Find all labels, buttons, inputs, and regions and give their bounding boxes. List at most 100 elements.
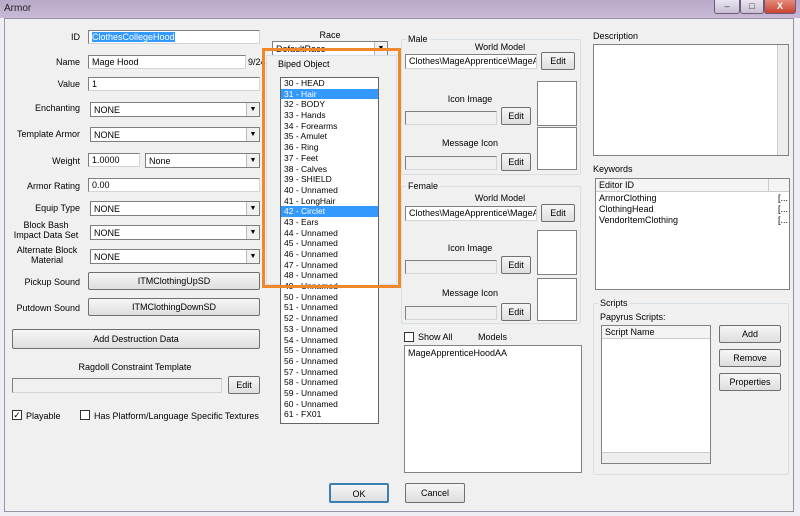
chevron-down-icon: ▼ (246, 103, 259, 116)
female-world-model-edit[interactable]: Edit (541, 204, 575, 222)
alt-block-label: Alternate Block Material (16, 245, 78, 265)
list-item[interactable]: MageApprenticeHoodAA (405, 346, 581, 360)
chevron-down-icon: ▼ (246, 154, 259, 167)
weight-field[interactable]: 1.0000 (88, 153, 140, 167)
female-icon-edit[interactable]: Edit (501, 256, 531, 274)
platform-textures-label: Has Platform/Language Specific Textures (94, 411, 259, 421)
chevron-down-icon: ▼ (246, 226, 259, 239)
ragdoll-edit-button[interactable]: Edit (228, 376, 260, 394)
female-icon-preview (537, 230, 577, 275)
pickup-sound-button[interactable]: ITMClothingUpSD (88, 272, 260, 290)
id-field[interactable]: ClothesCollegeHood (88, 30, 260, 44)
ragdoll-label: Ragdoll Constraint Template (78, 362, 192, 372)
chevron-down-icon: ▼ (246, 250, 259, 263)
male-message-preview (537, 127, 577, 170)
scripts-list[interactable]: Script Name (601, 325, 711, 464)
list-item[interactable]: 57 - Unnamed (281, 367, 378, 378)
add-script-button[interactable]: Add (719, 325, 781, 343)
description-field[interactable] (593, 44, 789, 156)
title-bar: Armor (0, 0, 800, 18)
male-icon-image-label: Icon Image (447, 94, 493, 104)
platform-textures-checkbox[interactable] (80, 410, 90, 420)
male-world-model-field[interactable]: Clothes\MageApprentice\MageA (405, 54, 537, 69)
ragdoll-field[interactable] (12, 378, 222, 393)
female-message-edit[interactable]: Edit (501, 303, 531, 321)
keywords-list[interactable]: Editor ID ArmorClothing [... ClothingHead… (595, 178, 790, 290)
playable-label: Playable (26, 411, 61, 421)
window-title: Armor (4, 3, 32, 14)
table-row[interactable]: ClothingHead [... (596, 203, 789, 214)
table-row[interactable]: VendorItemClothing [... (596, 214, 789, 225)
weight-type-select[interactable]: None ▼ (145, 153, 260, 168)
description-scrollbar[interactable] (777, 45, 788, 155)
models-list[interactable]: MageApprenticeHoodAA (404, 345, 582, 473)
armor-rating-label: Armor Rating (26, 181, 80, 191)
list-item[interactable]: 58 - Unnamed (281, 377, 378, 388)
list-item[interactable]: 60 - Unnamed (281, 399, 378, 410)
female-message-preview (537, 278, 577, 321)
female-icon-image-label: Icon Image (447, 243, 493, 253)
list-item[interactable]: 54 - Unnamed (281, 335, 378, 346)
equip-type-label: Equip Type (35, 203, 80, 213)
armor-rating-field[interactable]: 0.00 (88, 178, 260, 192)
enchanting-label: Enchanting (34, 103, 80, 113)
id-label: ID (71, 32, 80, 42)
value-field[interactable]: 1 (88, 77, 260, 91)
putdown-sound-button[interactable]: ITMClothingDownSD (88, 298, 260, 316)
minimize-button[interactable]: – (714, 0, 740, 14)
properties-button[interactable]: Properties (719, 373, 781, 391)
close-button[interactable]: X (764, 0, 796, 14)
scripts-header[interactable]: Script Name (602, 326, 710, 339)
equip-type-select[interactable]: NONE ▼ (90, 201, 260, 216)
chevron-down-icon: ▼ (246, 128, 259, 141)
male-message-edit[interactable]: Edit (501, 153, 531, 171)
show-all-label: Show All (418, 332, 453, 342)
remove-script-button[interactable]: Remove (719, 349, 781, 367)
keywords-label: Keywords (593, 164, 633, 174)
chevron-down-icon: ▼ (246, 202, 259, 215)
add-destruction-data-button[interactable]: Add Destruction Data (12, 329, 260, 349)
weight-label: Weight (52, 156, 80, 166)
male-world-model-edit[interactable]: Edit (541, 52, 575, 70)
putdown-sound-label: Putdown Sound (16, 303, 80, 313)
cancel-button[interactable]: Cancel (405, 483, 465, 503)
playable-checkbox[interactable]: ✓ (12, 410, 22, 420)
show-all-checkbox[interactable] (404, 332, 414, 342)
description-label: Description (593, 31, 639, 41)
list-item[interactable]: 55 - Unnamed (281, 345, 378, 356)
block-bash-label: Block Bash Impact Data Set (13, 220, 79, 240)
list-item[interactable]: 61 - FX01 (281, 409, 378, 420)
list-item[interactable]: 53 - Unnamed (281, 324, 378, 335)
list-item[interactable]: 50 - Unnamed (281, 292, 378, 303)
maximize-button[interactable]: □ (740, 0, 764, 14)
list-item[interactable]: 56 - Unnamed (281, 356, 378, 367)
female-world-model-field[interactable]: Clothes\MageApprentice\MageA (405, 206, 537, 221)
male-message-icon-label: Message Icon (441, 138, 499, 148)
list-item[interactable]: 52 - Unnamed (281, 313, 378, 324)
female-message-icon-label: Message Icon (441, 288, 499, 298)
name-label: Name (55, 57, 80, 67)
name-field[interactable]: Mage Hood (88, 55, 246, 69)
male-icon-preview (537, 81, 577, 126)
pickup-sound-label: Pickup Sound (24, 277, 80, 287)
list-item[interactable]: 59 - Unnamed (281, 388, 378, 399)
alt-block-select[interactable]: NONE ▼ (90, 249, 260, 264)
race-label: Race (319, 30, 341, 40)
keywords-header[interactable]: Editor ID (596, 179, 789, 192)
female-world-model-label: World Model (474, 193, 526, 203)
male-icon-edit[interactable]: Edit (501, 107, 531, 125)
list-item[interactable]: 51 - Unnamed (281, 302, 378, 313)
block-bash-select[interactable]: NONE ▼ (90, 225, 260, 240)
value-label: Value (57, 79, 80, 89)
male-icon-image-field[interactable] (405, 111, 497, 125)
female-icon-image-field[interactable] (405, 260, 497, 274)
table-row[interactable]: ArmorClothing [... (596, 192, 789, 203)
ok-button[interactable]: OK (329, 483, 389, 503)
armor-window: Armor – □ X ID ClothesCollegeHood Name M… (0, 0, 800, 516)
template-armor-select[interactable]: NONE ▼ (90, 127, 260, 142)
male-message-icon-field[interactable] (405, 156, 497, 170)
scripts-scrollbar[interactable] (602, 452, 710, 463)
highlight-box (262, 48, 401, 288)
enchanting-select[interactable]: NONE ▼ (90, 102, 260, 117)
female-message-icon-field[interactable] (405, 306, 497, 320)
